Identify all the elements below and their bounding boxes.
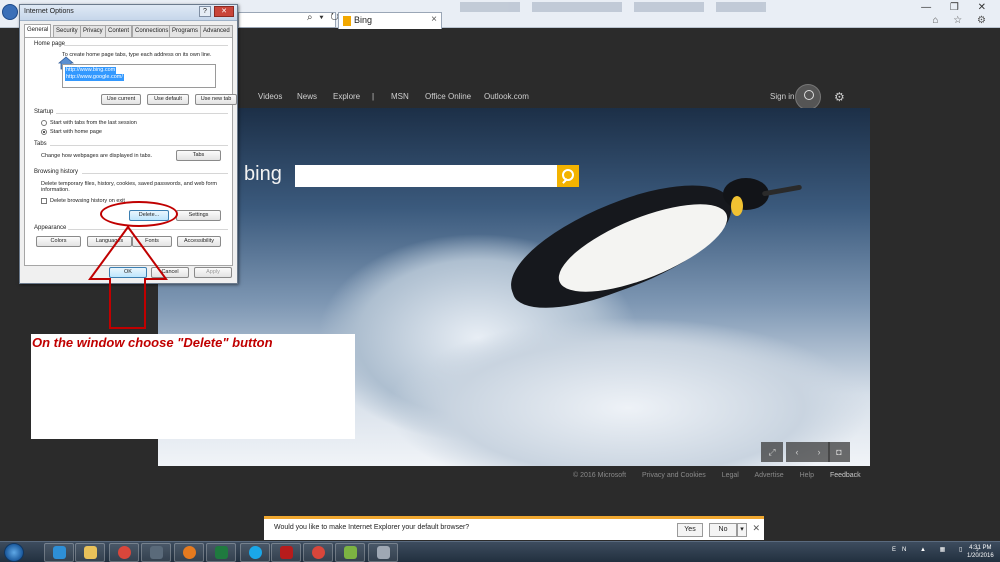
divider [56,113,228,114]
dialog-title-bar[interactable]: Internet Options ? ✕ [20,5,237,21]
start-last-session-label: Start with tabs from the last session [50,120,137,126]
radio-start-home-page[interactable] [41,129,47,135]
nav-outlook[interactable]: Outlook.com [484,92,529,101]
use-current-button[interactable]: Use current [101,94,141,105]
footer-copyright: © 2016 Microsoft [573,472,627,479]
home-page-description: To create home page tabs, type each addr… [62,52,212,58]
close-tab-icon[interactable]: × [431,14,437,25]
tab-content[interactable]: Content [105,25,133,37]
taskbar-explorer-icon[interactable] [75,543,105,562]
gear-icon[interactable]: ⚙ [834,90,845,104]
divider [50,145,228,146]
browsing-history-group-label: Browsing history [34,169,79,175]
sign-in-link[interactable]: Sign in [770,92,794,101]
taskbar-chrome-icon[interactable] [303,543,333,562]
startup-group-label: Startup [34,109,54,115]
bing-logo: bing [244,163,282,185]
nav-videos[interactable]: Videos [258,92,282,101]
nav-explore[interactable]: Explore [333,92,360,101]
browsing-history-description: Delete temporary files, history, cookies… [41,181,217,193]
dialog-close-button[interactable]: ✕ [214,6,234,17]
appearance-group-label: Appearance [34,225,67,231]
address-bar-icons[interactable]: ⌕ ▾ ↻ [307,12,341,23]
home-page-url: http://www.google.com/ [65,74,124,81]
tabs-description: Change how webpages are displayed in tab… [41,153,152,159]
footer-advertise[interactable]: Advertise [754,472,783,479]
tab-privacy[interactable]: Privacy [80,25,106,37]
window-controls[interactable]: — ❐ ✕ [921,2,994,13]
taskbar-app-icon[interactable] [335,543,365,562]
delete-on-exit-checkbox[interactable] [41,198,47,204]
use-default-button[interactable]: Use default [147,94,189,105]
next-image-icon[interactable]: › [808,442,830,462]
apply-button[interactable]: Apply [194,267,232,278]
taskbar-paint-icon[interactable] [368,543,398,562]
taskbar-firefox-icon[interactable] [174,543,204,562]
divider [82,173,228,174]
taskbar-excel-icon[interactable] [206,543,236,562]
penguin-patch [731,196,743,216]
penguin-beak [761,184,803,197]
tab-general[interactable]: General [24,24,52,37]
yes-button[interactable]: Yes [677,523,703,537]
tab-advanced[interactable]: Advanced [200,25,233,37]
accessibility-button[interactable]: Accessibility [177,236,221,247]
home-page-url: http://www.bing.com [65,67,117,74]
nav-msn[interactable]: MSN [391,92,409,101]
no-dropdown-chevron-down-icon[interactable]: ▾ [737,523,747,537]
start-home-page-label: Start with home page [50,129,102,135]
fullscreen-icon[interactable]: ⤢ [761,442,783,462]
taskbar: EN ▲ ▦ ▯ ♪ 4:31 PM 1/20/2016 [0,541,1000,562]
clock-date: 1/20/2016 [967,553,994,559]
taskbar-ie-icon[interactable] [44,543,74,562]
radio-start-last-session[interactable] [41,120,47,126]
footer-feedback[interactable]: Feedback [830,472,861,479]
home-page-urls-textarea[interactable]: http://www.bing.com http://www.google.co… [62,64,216,88]
home-page-group-label: Home page [34,41,66,47]
taskbar-skype-icon[interactable] [240,543,270,562]
browser-tool-icons[interactable]: ⌂ ☆ ⚙ [932,15,992,26]
footer-legal[interactable]: Legal [722,472,739,479]
camera-icon[interactable]: ◘ [828,442,850,462]
divider [64,45,228,46]
dialog-title: Internet Options [24,8,74,15]
clock-time: 4:31 PM [969,545,992,551]
tabs-button[interactable]: Tabs [176,150,221,161]
taskbar-chrome-icon[interactable] [109,543,139,562]
search-icon[interactable] [557,165,579,187]
arrow-up-icon [88,225,168,329]
no-button[interactable]: No [709,523,737,537]
help-button[interactable]: ? [199,6,211,17]
footer-help[interactable]: Help [800,472,814,479]
tabs-group-label: Tabs [34,141,47,147]
background-window-tabs [460,2,800,16]
tab-title: Bing [354,15,373,25]
previous-image-icon[interactable]: ‹ [786,442,808,462]
footer-links: © 2016 Microsoft Privacy and Cookies Leg… [573,472,875,479]
tab-security[interactable]: Security [53,25,81,37]
back-button[interactable] [2,4,18,20]
bing-favicon-icon [343,16,351,26]
tab-programs[interactable]: Programs [169,25,202,37]
taskbar-media-player-icon[interactable] [141,543,171,562]
nav-news[interactable]: News [297,92,317,101]
footer-privacy[interactable]: Privacy and Cookies [642,472,706,479]
taskbar-filezilla-icon[interactable] [271,543,301,562]
use-new-tab-button[interactable]: Use new tab [195,94,237,105]
settings-button[interactable]: Settings [176,210,221,221]
default-browser-notification: Would you like to make Internet Explorer… [264,516,764,540]
nav-divider: | [372,92,375,101]
nav-office-online[interactable]: Office Online [425,92,471,101]
annotation-text: On the window choose "Delete" button [32,335,273,350]
search-input[interactable] [295,165,557,187]
clock[interactable]: 4:31 PM 1/20/2016 [967,544,994,560]
close-icon[interactable]: ✕ [752,523,760,534]
colors-button[interactable]: Colors [36,236,81,247]
tab-connections[interactable]: Connections [132,25,172,37]
avatar[interactable] [795,84,821,110]
notification-question: Would you like to make Internet Explorer… [274,524,470,531]
tab-bing[interactable]: Bing × [338,12,442,29]
start-button[interactable] [4,543,24,562]
